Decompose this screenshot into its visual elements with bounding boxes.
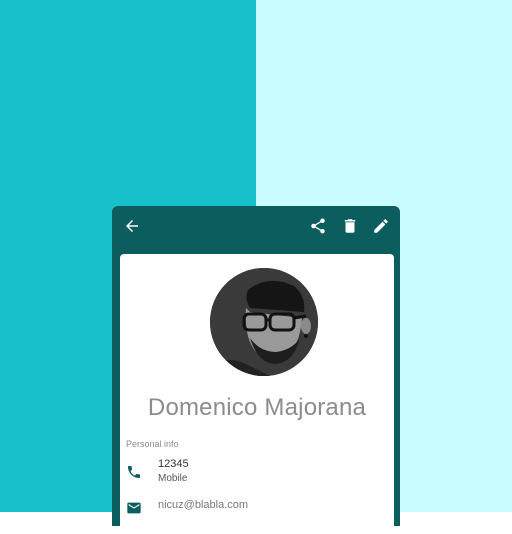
email-icon	[126, 500, 144, 518]
edit-button[interactable]	[369, 214, 393, 238]
phone-number: 12345	[158, 458, 189, 470]
contact-detail-screen: Domenico Majorana Personal info 12345 Mo…	[112, 206, 400, 534]
section-label: Personal info	[126, 439, 179, 449]
share-button[interactable]	[306, 214, 330, 238]
email-address: nicuz@blabla.com	[158, 499, 249, 511]
delete-button[interactable]	[338, 214, 362, 238]
avatar	[210, 268, 318, 376]
phone-row[interactable]: 12345 Mobile	[120, 458, 394, 492]
toolbar	[112, 206, 400, 246]
arrow-back-icon	[126, 220, 138, 232]
email-row[interactable]: nicuz@blabla.com	[120, 494, 394, 528]
edit-icon	[374, 219, 388, 233]
phone-type: Mobile	[158, 473, 188, 484]
avatar-photo	[210, 268, 318, 376]
back-button[interactable]	[120, 214, 144, 238]
share-icon	[311, 218, 325, 234]
phone-icon	[126, 464, 144, 482]
contact-name: Domenico Majorana	[147, 394, 367, 421]
delete-icon	[344, 219, 356, 233]
contact-card: Domenico Majorana Personal info 12345 Mo…	[120, 254, 394, 534]
